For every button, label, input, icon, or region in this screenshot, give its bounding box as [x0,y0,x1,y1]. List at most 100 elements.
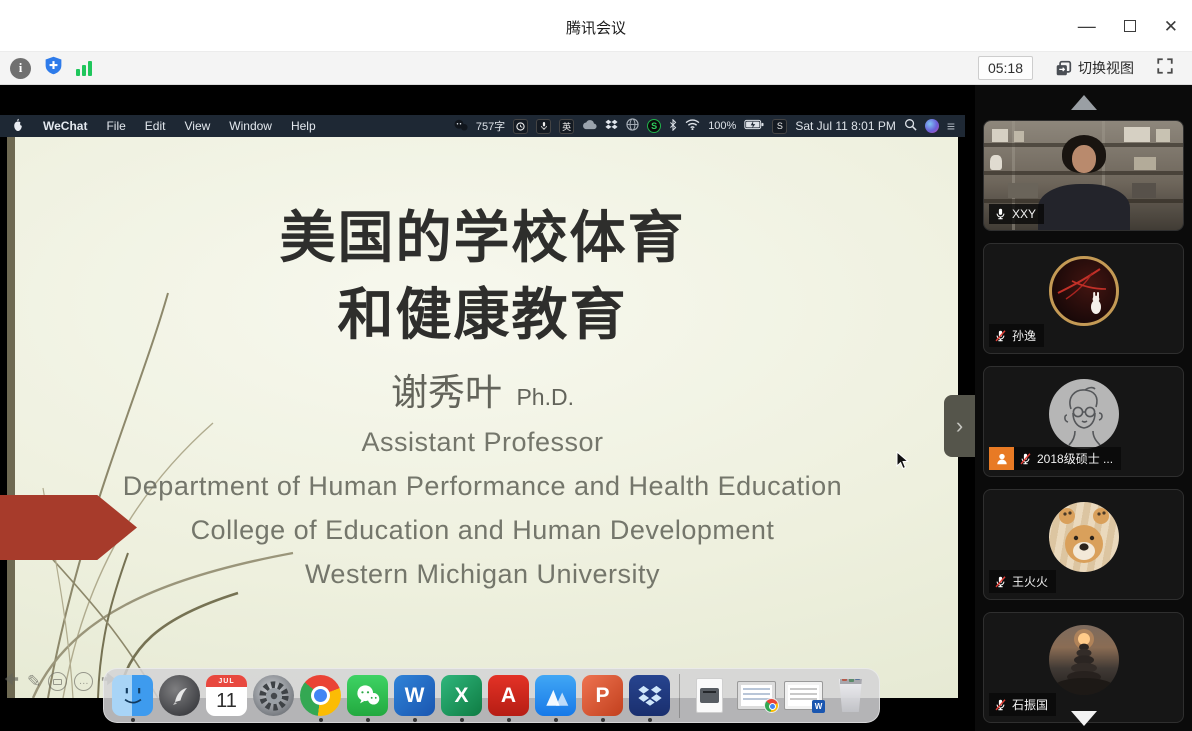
minimize-button[interactable]: — [1078,17,1096,35]
pen-tool-button[interactable]: ✎ [27,672,41,692]
participant-name: 孙逸 [1012,327,1036,344]
menubar-item-edit[interactable]: Edit [145,119,166,133]
calendar-icon[interactable]: JUL 11 [206,675,247,716]
participant-name: 2018级硕士 ... [1037,450,1113,467]
chrome-window-thumbnail [737,681,776,710]
maximize-button[interactable] [1124,18,1136,35]
participant-tile-2018[interactable]: 2018级硕士 ... [983,366,1184,477]
dock-separator [679,674,680,718]
app-titlebar: 腾讯会议 — ✕ [0,0,1192,52]
dropbox-icon[interactable] [629,675,670,716]
more-options-button[interactable]: … [74,672,93,691]
switch-view-icon [1055,60,1072,77]
network-quality-icon[interactable] [76,60,92,76]
acrobat-icon[interactable]: A [488,675,529,716]
chrome-icon[interactable] [300,675,341,716]
drive-box [700,688,719,703]
menubar-item-wechat[interactable]: WeChat [43,119,87,133]
s-app-icon[interactable]: S [772,119,787,134]
menubar-item-file[interactable]: File [106,119,125,133]
participant-tile-shizhenguo[interactable]: 石振国 [983,612,1184,723]
scroll-up-arrow[interactable] [1071,95,1097,110]
minimized-chrome-window[interactable] [736,675,777,716]
calendar-day: 11 [206,687,247,716]
slide-title-line1: 美国的学校体育 [0,199,965,276]
maximize-icon [1124,20,1136,32]
slide-line-college: College of Education and Human Developme… [0,508,965,552]
participant-name-label: 王火火 [989,570,1056,593]
chevron-right-icon: › [956,413,963,439]
spotlight-search-icon[interactable] [904,118,917,134]
main-area: WeChat File Edit View Window Help 757字 英 [0,85,1192,731]
menubar-clock[interactable]: Sat Jul 11 8:01 PM [795,119,896,133]
globe-icon[interactable] [626,118,639,134]
menubar-item-help[interactable]: Help [291,119,316,133]
input-language-badge[interactable]: 英 [559,119,574,134]
wifi-icon[interactable] [685,119,700,133]
participant-name: XXY [1012,207,1036,221]
word-icon[interactable]: W [394,675,435,716]
mac-menubar-left: WeChat File Edit View Window Help [0,118,316,135]
mouse-cursor [896,451,909,475]
cloud-sync-icon[interactable] [582,120,597,133]
scroll-down-arrow[interactable] [1071,711,1097,726]
toolbar-left: i [0,55,92,81]
menubar-item-window[interactable]: Window [229,119,272,133]
slide-author-degree: Ph.D. [516,384,574,410]
menubar-item-view[interactable]: View [184,119,210,133]
participant-name-label: 石振国 [989,693,1056,716]
calendar-month: JUL [206,675,247,687]
participant-tile-wanghuohuo[interactable]: 王火火 [983,489,1184,600]
mic-muted-icon [1019,452,1032,466]
fullscreen-button[interactable] [1156,57,1174,80]
bluetooth-icon[interactable] [669,119,677,134]
switch-view-label: 切换视图 [1078,58,1134,78]
slide-line-title: Assistant Professor [0,420,965,464]
close-button[interactable]: ✕ [1164,18,1178,35]
wechat-icon[interactable] [347,675,388,716]
trash-body [838,679,864,712]
participant-name: 王火火 [1012,573,1048,590]
chrome-center [311,686,330,705]
mac-menubar-status: 757字 英 S 100% S Sat Jul 11 8:01 PM [453,118,965,134]
finder-icon[interactable] [112,675,153,716]
excel-letter: X [454,684,468,708]
excel-icon[interactable]: X [441,675,482,716]
word-window-thumbnail: W [784,681,823,710]
participant-name: 石振国 [1012,696,1048,713]
dictation-mic-icon[interactable] [536,119,551,134]
launchpad-icon[interactable] [159,675,200,716]
slide-line-university: Western Michigan University [0,552,965,596]
display-settings-button[interactable] [48,672,67,691]
avatar [1049,502,1119,572]
avatar [1049,256,1119,326]
meeting-info-icon[interactable]: i [10,58,31,79]
tencent-meeting-icon[interactable] [535,675,576,716]
document-page [696,678,723,713]
chat-bubbles-icon[interactable] [453,119,468,134]
participant-tile-xxy[interactable]: XXY [983,120,1184,231]
window-controls: — ✕ [1078,0,1178,52]
participant-tiles: XXY 孙逸 [983,120,1184,731]
drive-document-icon[interactable] [689,675,730,716]
participant-tile-sunyi[interactable]: 孙逸 [983,243,1184,354]
security-shield-icon[interactable] [43,55,64,81]
switch-view-button[interactable]: 切换视图 [1055,58,1134,78]
slide-author-name: 谢秀叶 [391,372,502,413]
screen-share-area: WeChat File Edit View Window Help 757字 英 [0,85,975,731]
vpn-status-icon[interactable]: S [647,119,661,133]
minimized-word-window[interactable]: W [783,675,824,716]
window-title: 腾讯会议 [0,17,1192,38]
dropbox-status-icon[interactable] [605,119,618,134]
siri-icon[interactable] [925,119,939,133]
powerpoint-letter: P [595,684,609,708]
avatar [1049,379,1119,449]
collapse-panel-tab[interactable]: › [944,395,975,457]
previous-slide-button[interactable] [2,671,20,692]
ime-clock-icon[interactable] [513,119,528,134]
powerpoint-icon[interactable]: P [582,675,623,716]
apple-menu-icon[interactable] [12,118,24,135]
notification-center-icon[interactable]: ≡ [947,118,955,134]
trash-icon[interactable] [830,675,871,716]
system-preferences-icon[interactable] [253,675,294,716]
